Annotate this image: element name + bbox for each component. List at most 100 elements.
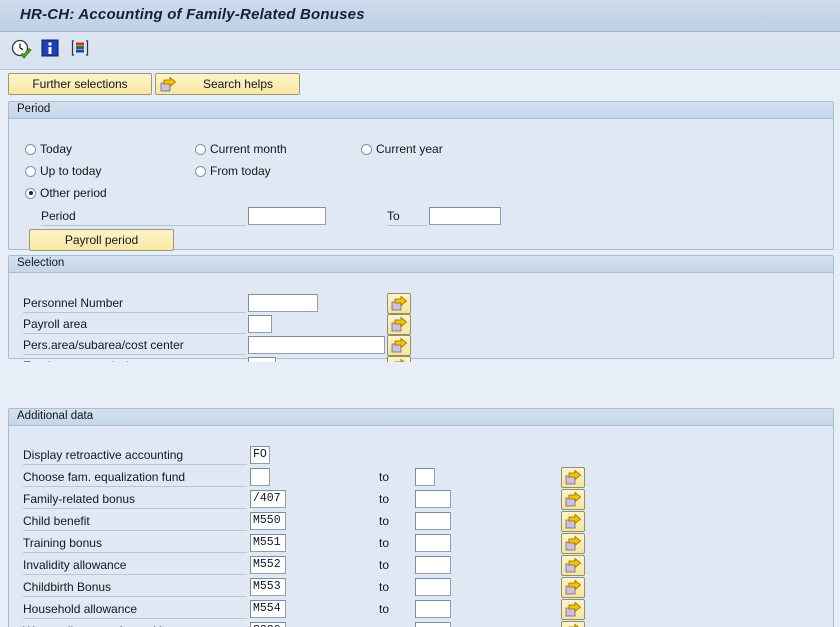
selection-input-personnel-number[interactable] (248, 294, 318, 312)
row-rule (23, 530, 247, 531)
additional-input-display-retroactive-accounting[interactable]: FO (250, 446, 270, 464)
help-arrow-button-family-related-bonus[interactable] (561, 489, 585, 510)
help-arrow-button-household-allowance[interactable] (561, 599, 585, 620)
radio-label: Up to today (40, 164, 102, 178)
selection-panel-body: Personnel Number Payroll area Pers.area/… (9, 273, 833, 377)
window-title-bar: HR-CH: Accounting of Family-Related Bonu… (0, 0, 840, 32)
additional-to-label-household-allowance: to (379, 602, 390, 616)
panel-gap-spacer (0, 362, 840, 406)
help-arrow-button-payroll-area[interactable] (387, 314, 411, 335)
radio-up-to-today[interactable]: Up to today (25, 164, 101, 178)
help-arrow-button-invalidity-allowance[interactable] (561, 555, 585, 576)
radio-label: From today (210, 164, 271, 178)
radio-from-today[interactable]: From today (195, 164, 271, 178)
additional-label-training-bonus: Training bonus (23, 536, 102, 550)
additional-to-input-choose-fam-equalization-fund[interactable] (415, 468, 435, 486)
additional-to-label-childbirth-bonus: to (379, 580, 390, 594)
help-arrow-button-personnel-number[interactable] (387, 293, 411, 314)
additional-to-label-invalidity-allowance: to (379, 558, 390, 572)
selection-panel: Selection Personnel Number Payroll area (8, 255, 834, 377)
additional-to-label-training-bonus: to (379, 536, 390, 550)
additional-to-input-wage-adjustmnts-fam-rel-bonus[interactable] (415, 622, 451, 627)
help-arrow-button-pers-area[interactable] (387, 335, 411, 356)
selection-input-payroll-area[interactable] (248, 315, 272, 333)
additional-label-childbirth-bonus: Childbirth Bonus (23, 580, 112, 594)
radio-label: Current year (376, 142, 443, 156)
search-helps-button[interactable]: Search helps (155, 73, 300, 95)
toolbar-icon-group (10, 38, 92, 60)
additional-input-training-bonus[interactable]: M551 (250, 534, 286, 552)
row-rule (23, 464, 247, 465)
radio-label: Current month (210, 142, 287, 156)
row-rule (23, 312, 246, 313)
radio-label: Other period (40, 186, 107, 200)
to-label-rule (387, 225, 427, 226)
radio-dot (25, 187, 36, 199)
search-helps-label: Search helps (202, 77, 273, 91)
radio-dot (25, 143, 36, 155)
selection-label-pers-area: Pers.area/subarea/cost center (23, 338, 184, 352)
variant-icon[interactable] (70, 38, 92, 60)
to-field-label: To (387, 209, 400, 223)
radio-dot (195, 165, 206, 177)
additional-input-family-related-bonus[interactable]: /407 (250, 490, 286, 508)
additional-to-input-household-allowance[interactable] (415, 600, 451, 618)
additional-input-childbirth-bonus[interactable]: M553 (250, 578, 286, 596)
additional-to-label-child-benefit: to (379, 514, 390, 528)
sap-selection-screen: HR-CH: Accounting of Family-Related Bonu… (0, 0, 840, 627)
help-arrow-button-wage-adjustmnts-fam-rel-bonus[interactable] (561, 621, 585, 627)
period-label-rule (41, 225, 246, 226)
additional-to-label-wage-adjustmnts-fam-rel-bonus: to (379, 623, 389, 627)
additional-label-household-allowance: Household allowance (23, 602, 138, 616)
additional-label-family-related-bonus: Family-related bonus (23, 492, 136, 506)
additional-to-input-childbirth-bonus[interactable] (415, 578, 451, 596)
radio-today[interactable]: Today (25, 142, 72, 156)
additional-data-panel: Additional data Display retroactive acco… (8, 408, 834, 627)
search-helps-arrow-icon (160, 76, 177, 96)
additional-to-input-training-bonus[interactable] (415, 534, 451, 552)
additional-label-invalidity-allowance: Invalidity allowance (23, 558, 127, 572)
row-rule (23, 486, 247, 487)
additional-label-child-benefit: Child benefit (23, 514, 90, 528)
additional-input-household-allowance[interactable]: M554 (250, 600, 286, 618)
row-rule (23, 618, 247, 619)
additional-label-choose-fam-equalization-fund: Choose fam. equalization fund (23, 470, 186, 484)
additional-input-invalidity-allowance[interactable]: M552 (250, 556, 286, 574)
period-field-label: Period (41, 209, 76, 223)
period-from-input[interactable] (248, 207, 326, 225)
info-icon[interactable] (40, 38, 62, 60)
selection-input-pers-area[interactable] (248, 336, 385, 354)
additional-data-panel-body: Display retroactive accounting FO Choose f… (9, 426, 833, 627)
application-toolbar: © www.tutorialkart.com (0, 32, 840, 95)
selection-label-personnel-number: Personnel Number (23, 296, 124, 310)
help-arrow-button-choose-fam-equalization-fund[interactable] (561, 467, 585, 488)
additional-to-label-family-related-bonus: to (379, 492, 390, 506)
radio-dot (25, 165, 36, 177)
additional-to-input-invalidity-allowance[interactable] (415, 556, 451, 574)
radio-label: Today (40, 142, 73, 156)
execute-clock-icon[interactable] (10, 38, 32, 60)
radio-other-period[interactable]: Other period (25, 186, 107, 200)
additional-label-wage-adjustmnts-fam-rel-bonus: Wage adjustmnts fam-rel bonus (23, 623, 192, 627)
period-section-title: Period (9, 102, 833, 119)
additional-label-display-retroactive-accounting: Display retroactive accounting (23, 448, 184, 462)
radio-current-year[interactable]: Current year (361, 142, 443, 156)
row-rule (23, 333, 246, 334)
radio-current-month[interactable]: Current month (195, 142, 287, 156)
row-rule (23, 354, 246, 355)
selection-label-payroll-area: Payroll area (23, 317, 88, 331)
additional-to-input-child-benefit[interactable] (415, 512, 451, 530)
additional-to-input-family-related-bonus[interactable] (415, 490, 451, 508)
help-arrow-button-childbirth-bonus[interactable] (561, 577, 585, 598)
period-panel-body: Today Current month Current year Up to t… (9, 119, 833, 251)
additional-input-child-benefit[interactable]: M550 (250, 512, 286, 530)
period-to-input[interactable] (429, 207, 501, 225)
additional-input-choose-fam-equalization-fund[interactable] (250, 468, 270, 486)
further-selections-button[interactable]: Further selections (8, 73, 152, 95)
payroll-period-button[interactable]: Payroll period (29, 229, 174, 251)
additional-input-wage-adjustmnts-fam-rel-bonus[interactable]: S320 (250, 622, 286, 627)
help-arrow-button-training-bonus[interactable] (561, 533, 585, 554)
additional-data-section-title: Additional data (9, 409, 833, 426)
additional-to-label-choose-fam-equalization-fund: to (379, 470, 390, 484)
help-arrow-button-child-benefit[interactable] (561, 511, 585, 532)
